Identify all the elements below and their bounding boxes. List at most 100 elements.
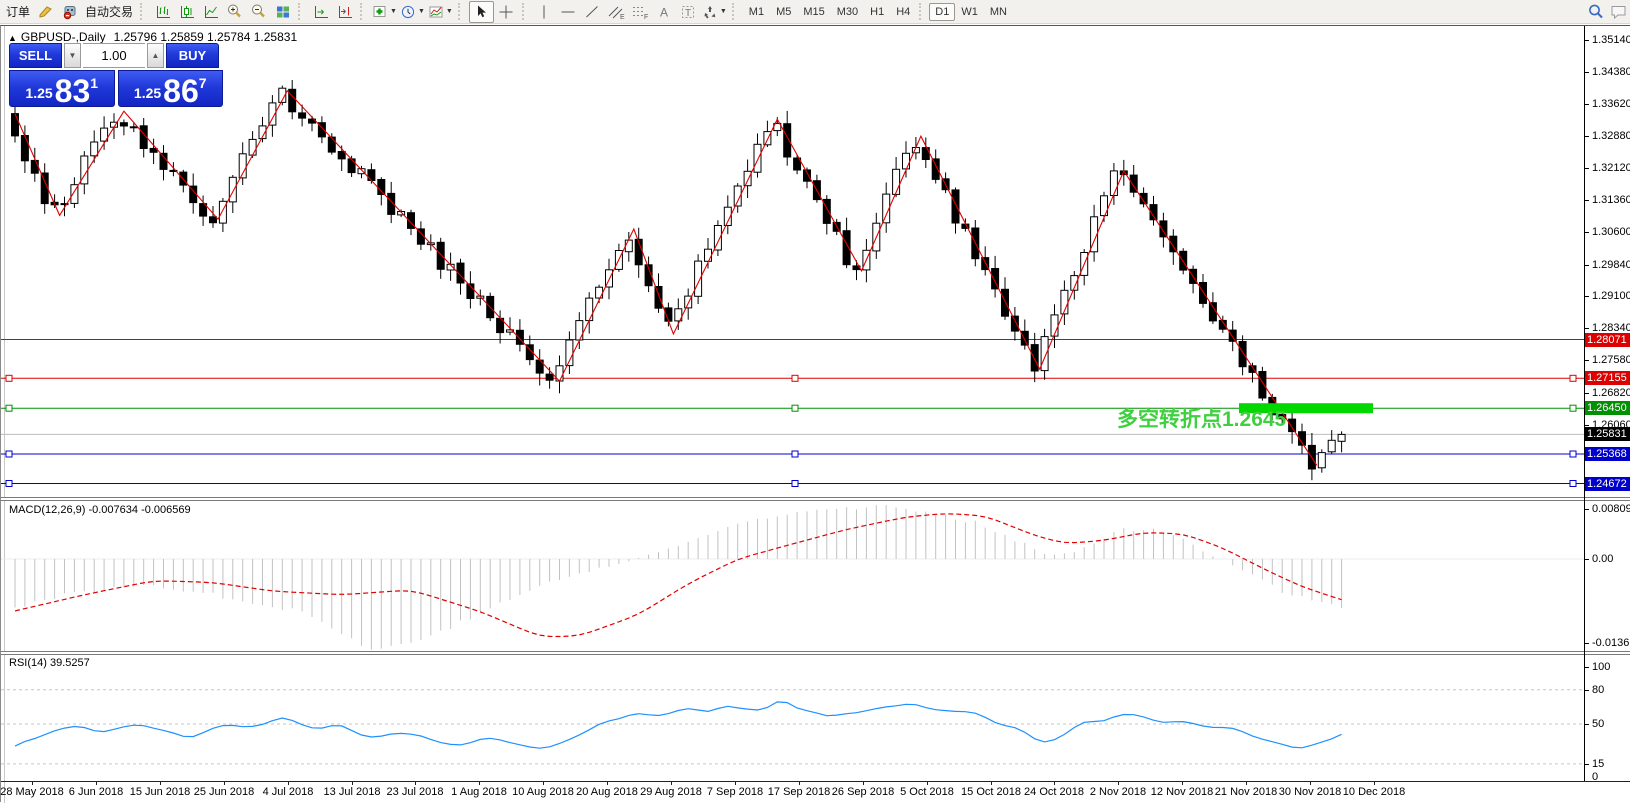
rsi-panel[interactable]: [1, 654, 1584, 781]
date-tick: [415, 781, 416, 785]
sell-price-display[interactable]: 1.25 83 1: [9, 70, 115, 107]
price-tick: [1584, 136, 1589, 137]
line-chart-icon[interactable]: [199, 2, 222, 22]
autotrading-button[interactable]: 自动交易: [82, 3, 136, 20]
selection-handle[interactable]: [792, 405, 798, 411]
candle-body: [1041, 337, 1048, 371]
date-label: 10 Dec 2018: [1343, 786, 1405, 798]
selection-handle[interactable]: [6, 481, 12, 487]
price-level-label[interactable]: 1.28071: [1585, 333, 1630, 347]
sell-button[interactable]: SELL: [9, 43, 62, 68]
timeframe-M15[interactable]: M15: [797, 3, 830, 21]
price-tick: [1584, 296, 1589, 297]
templates-icon[interactable]: ▼: [427, 2, 454, 22]
price-chart[interactable]: [1, 26, 1584, 498]
selection-handle[interactable]: [1570, 451, 1576, 457]
auto-scroll-icon[interactable]: [309, 2, 332, 22]
price-level-label[interactable]: 1.26450: [1585, 401, 1630, 415]
autotrading-robot-icon[interactable]: [58, 2, 81, 22]
macd-panel[interactable]: [1, 501, 1584, 651]
volume-input[interactable]: [83, 43, 145, 68]
horizontal-line-tool-icon[interactable]: [557, 2, 580, 22]
price-tick-label: 1.33620: [1592, 98, 1630, 110]
candle-body: [596, 287, 603, 298]
selection-handle[interactable]: [6, 451, 12, 457]
volume-down-stepper[interactable]: ▼: [64, 43, 81, 68]
volume-up-stepper[interactable]: ▲: [147, 43, 164, 68]
selection-handle[interactable]: [6, 375, 12, 381]
timeframe-M5[interactable]: M5: [770, 3, 797, 21]
rsi-tick-label: 80: [1592, 684, 1604, 696]
selection-handle[interactable]: [792, 481, 798, 487]
fibonacci-tool-icon[interactable]: F: [629, 2, 652, 22]
date-label: 5 Oct 2018: [900, 786, 954, 798]
candle-body: [249, 139, 256, 155]
candle-body: [160, 153, 167, 169]
timeframe-H1[interactable]: H1: [864, 3, 890, 21]
date-label: 28 May 2018: [0, 786, 64, 798]
collapse-triangle-icon[interactable]: ▲: [8, 33, 17, 43]
timeframe-W1[interactable]: W1: [955, 3, 984, 21]
date-tick: [1054, 781, 1055, 785]
price-tick: [1584, 265, 1589, 266]
macd-tick: [1584, 643, 1589, 644]
zoom-out-icon[interactable]: [247, 2, 270, 22]
timeframe-D1[interactable]: D1: [929, 3, 955, 21]
timeframe-M1[interactable]: M1: [743, 3, 770, 21]
date-tick: [479, 781, 480, 785]
candlestick-chart-icon[interactable]: [175, 2, 198, 22]
candle-body: [1140, 193, 1147, 203]
price-level-label[interactable]: 1.25831: [1585, 427, 1630, 441]
text-tool-icon[interactable]: A: [653, 2, 676, 22]
price-tick: [1584, 328, 1589, 329]
candle-body: [1259, 372, 1266, 399]
label-tool-icon[interactable]: T: [677, 2, 700, 22]
selection-handle[interactable]: [792, 375, 798, 381]
chat-icon[interactable]: [1607, 2, 1630, 22]
selection-handle[interactable]: [1570, 375, 1576, 381]
rsi-tick-label: 100: [1592, 661, 1610, 673]
tile-windows-icon[interactable]: [271, 2, 294, 22]
add-indicator-icon[interactable]: ▼: [371, 2, 398, 22]
date-tick: [991, 781, 992, 785]
selection-handle[interactable]: [1570, 405, 1576, 411]
selection-handle[interactable]: [6, 405, 12, 411]
price-level-label[interactable]: 1.27155: [1585, 371, 1630, 385]
crosshair-icon[interactable]: [495, 2, 518, 22]
trendline-tool-icon[interactable]: [581, 2, 604, 22]
cursor-icon[interactable]: [469, 1, 494, 23]
periods-clock-icon[interactable]: ▼: [399, 2, 426, 22]
selection-handle[interactable]: [792, 451, 798, 457]
selection-handle[interactable]: [1570, 481, 1576, 487]
orders-button[interactable]: 订单: [3, 3, 33, 20]
date-tick: [32, 781, 33, 785]
bar-chart-icon[interactable]: [151, 2, 174, 22]
toolbar: 订单 自动交易 ▼ ▼ ▼: [0, 0, 1630, 24]
date-label: 15 Oct 2018: [961, 786, 1021, 798]
symbol-period-label: GBPUSD-,Daily: [21, 30, 106, 44]
buy-price-prefix: 1.25: [134, 85, 161, 101]
price-tick-label: 1.29840: [1592, 259, 1630, 271]
arrows-tool-icon[interactable]: ▼: [701, 2, 728, 22]
price-tick-label: 1.35140: [1592, 34, 1630, 46]
zoom-in-icon[interactable]: [223, 2, 246, 22]
buy-button[interactable]: BUY: [166, 43, 219, 68]
vertical-line-tool-icon[interactable]: [533, 2, 556, 22]
candle-body: [368, 170, 375, 181]
buy-price-display[interactable]: 1.25 86 7: [118, 70, 224, 107]
chevron-down-icon: ▼: [720, 8, 727, 15]
chart-shift-icon[interactable]: [333, 2, 356, 22]
timeframe-M30[interactable]: M30: [831, 3, 864, 21]
new-order-icon[interactable]: [34, 2, 57, 22]
date-label: 1 Aug 2018: [451, 786, 507, 798]
candle-body: [625, 240, 632, 252]
price-level-label[interactable]: 1.24672: [1585, 477, 1630, 491]
pivot-annotation[interactable]: 多空转折点1.2645: [1117, 403, 1286, 433]
macd-signal-line: [15, 514, 1342, 637]
one-click-trading-panel: SELL ▼ ▲ BUY 1.25 83 1 1.25 86 7: [9, 43, 223, 107]
timeframe-H4[interactable]: H4: [890, 3, 916, 21]
search-icon[interactable]: [1584, 2, 1607, 22]
channel-tool-icon[interactable]: E: [605, 2, 628, 22]
timeframe-MN[interactable]: MN: [984, 3, 1013, 21]
price-level-label[interactable]: 1.25368: [1585, 447, 1630, 461]
